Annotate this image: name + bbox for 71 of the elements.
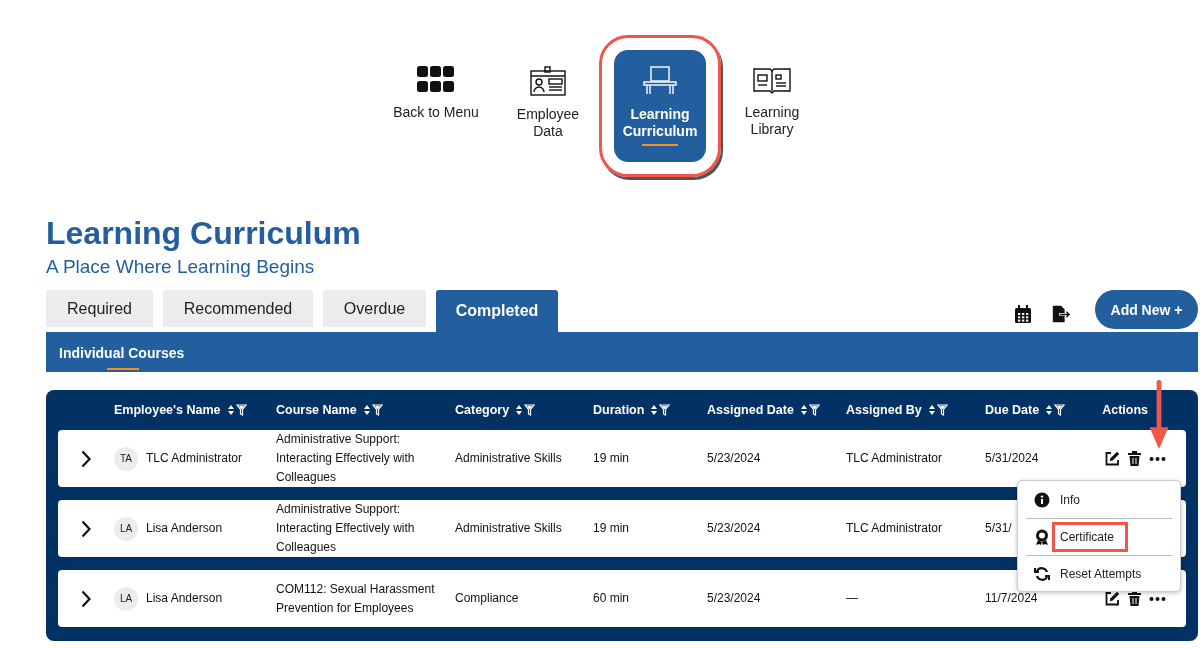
table-cell-text: 5/31/	[985, 520, 1012, 537]
id-badge-icon	[530, 66, 566, 96]
table-cell-text: Administrative Support: Interacting Effectively with Colleagues	[276, 431, 416, 486]
info-icon	[1034, 491, 1050, 508]
table-cell-text: Compliance	[455, 590, 519, 607]
page-title: Learning Curriculum	[46, 214, 362, 252]
sort-filter-icon[interactable]	[799, 404, 822, 416]
edit-icon[interactable]	[1105, 451, 1120, 466]
table-cell-text: 5/31/2024	[985, 450, 1039, 467]
chevron-right-icon[interactable]	[81, 589, 91, 608]
nav-tile[interactable]: Employee Data	[502, 50, 594, 162]
sort-filter-icon[interactable]	[362, 404, 385, 416]
trash-icon[interactable]	[1128, 591, 1141, 606]
export-file-icon[interactable]	[1051, 304, 1071, 324]
chevron-right-icon[interactable]	[81, 519, 91, 538]
add-new-button[interactable]: Add New +	[1095, 290, 1198, 329]
table-cell-text: 19 min	[593, 520, 630, 537]
column-header: Assigned Date	[707, 403, 794, 417]
table-cell-text: 5/23/2024	[707, 520, 761, 537]
tab[interactable]: Overdue	[323, 290, 426, 327]
sort-filter-icon[interactable]	[650, 404, 673, 416]
table-cell-text: Lisa Anderson	[146, 590, 223, 607]
table-cell-text: Lisa Anderson	[146, 520, 223, 537]
table-cell-text: 19 min	[593, 450, 630, 467]
tab[interactable]: Required	[46, 290, 153, 327]
avatar: LA	[114, 516, 138, 541]
table-cell-text: TLC Administrator	[846, 450, 943, 467]
avatar: LA	[114, 586, 138, 611]
calendar-icon[interactable]	[1013, 304, 1033, 324]
book-icon	[753, 66, 791, 94]
tab[interactable]: Completed	[436, 290, 558, 332]
table-cell-text: Administrative Support: Interacting Effectively with Colleagues	[276, 501, 416, 556]
chevron-right-icon[interactable]	[81, 449, 91, 468]
grid-icon	[417, 66, 455, 94]
table-cell-text: —	[846, 590, 858, 607]
column-header: Due Date	[985, 403, 1040, 417]
page-subtitle: A Place Where Learning Begins	[46, 256, 316, 278]
menu-item[interactable]: Certificate	[1026, 518, 1172, 555]
table-cell-text: COM112: Sexual Harassment Prevention for Employees	[276, 580, 436, 617]
nav-tile[interactable]: Learning Library	[726, 50, 818, 162]
avatar: TA	[114, 446, 138, 471]
tab[interactable]: Recommended	[163, 290, 313, 327]
sort-filter-icon[interactable]	[1045, 404, 1068, 416]
refresh-icon	[1034, 566, 1050, 582]
trash-icon[interactable]	[1128, 451, 1141, 466]
column-header: Course Name	[276, 403, 357, 417]
sort-filter-icon[interactable]	[927, 404, 950, 416]
table-cell-text: 5/23/2024	[707, 590, 761, 607]
table-cell-text: 60 min	[593, 590, 630, 607]
edit-icon[interactable]	[1105, 591, 1120, 606]
column-header: Actions	[1102, 403, 1148, 417]
column-header: Category	[455, 403, 510, 417]
column-header: Assigned By	[846, 403, 922, 417]
table-cell-text: TLC Administrator	[846, 520, 943, 537]
menu-item[interactable]: Info	[1026, 481, 1172, 518]
table-cell-text: 11/7/2024	[985, 590, 1038, 607]
table-cell-text: 5/23/2024	[707, 450, 761, 467]
desk-icon	[642, 66, 678, 96]
nav-tile[interactable]: Back to Menu	[390, 50, 482, 162]
table-cell-text: Administrative Skills	[455, 520, 562, 537]
sort-filter-icon[interactable]	[515, 404, 538, 416]
award-icon	[1034, 528, 1050, 546]
arrow-annotation	[1148, 380, 1170, 450]
table-cell-text: TLC Administrator	[146, 450, 243, 467]
table-cell-text: Administrative Skills	[455, 450, 562, 467]
sort-filter-icon[interactable]	[226, 404, 249, 416]
column-header: Employee's Name	[114, 403, 221, 417]
active-underline	[642, 144, 678, 146]
menu-item[interactable]: Reset Attempts	[1026, 555, 1172, 592]
column-header: Duration	[593, 403, 645, 417]
subtab[interactable]: Individual Courses	[59, 336, 185, 370]
